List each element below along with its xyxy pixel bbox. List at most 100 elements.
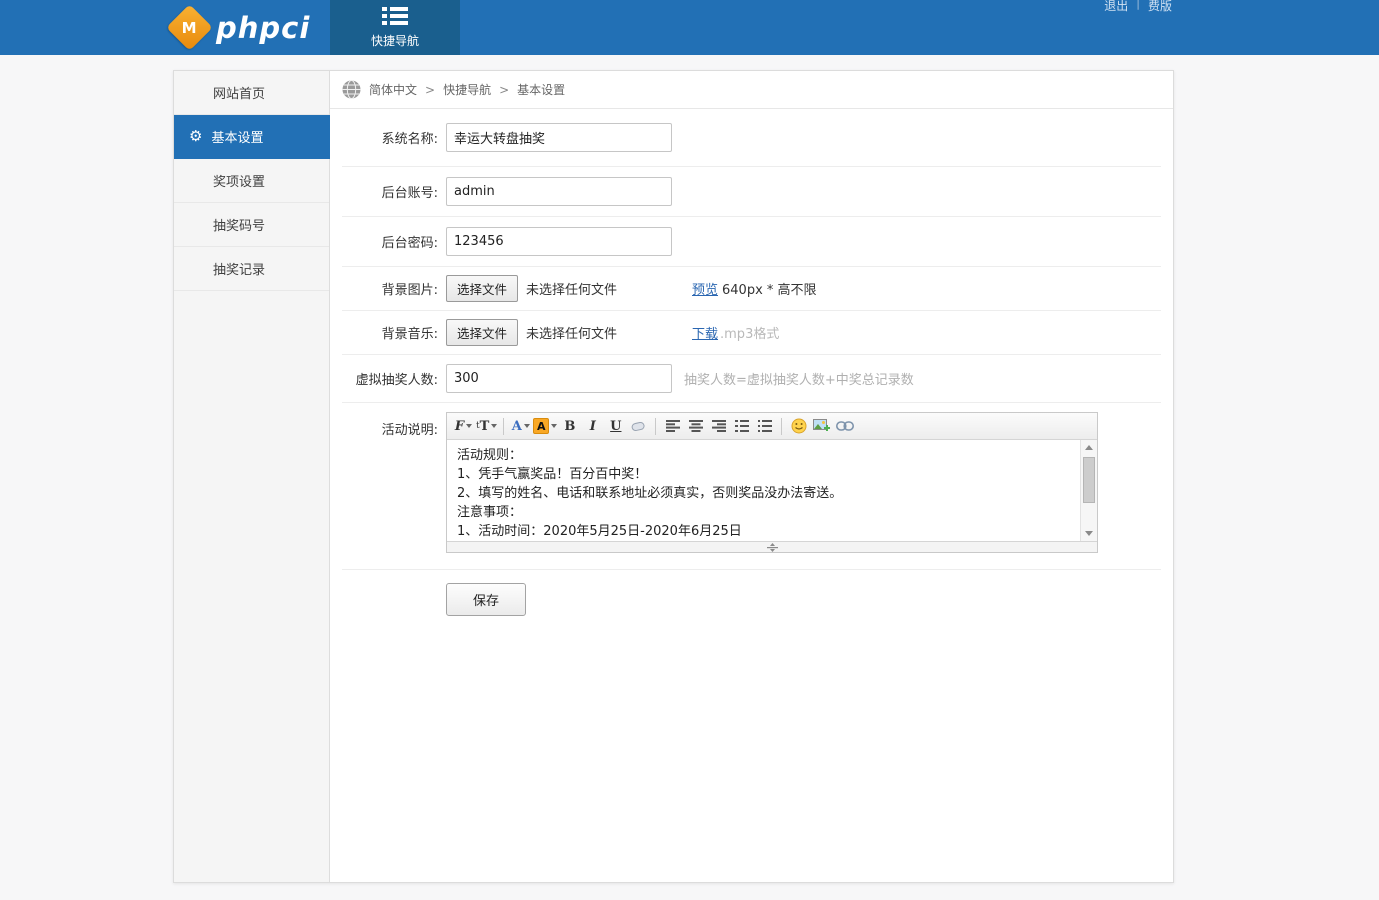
font-family-button[interactable]: F <box>453 416 474 437</box>
links-divider: | <box>1136 0 1140 10</box>
sidebar-item-lottery-records[interactable]: 抽奖记录 <box>174 247 329 291</box>
virtual-count-input[interactable] <box>446 364 672 393</box>
bg-music-file-status: 未选择任何文件 <box>526 323 617 342</box>
breadcrumb: 简体中文 > 快捷导航 > 基本设置 <box>330 71 1173 109</box>
editor-scrollbar[interactable] <box>1080 440 1097 541</box>
scroll-up-icon[interactable] <box>1081 440 1097 455</box>
scroll-down-icon[interactable] <box>1081 526 1097 541</box>
logo-text: phpci <box>216 11 310 45</box>
logo-m-letter: M <box>182 19 197 37</box>
content-filler <box>342 616 1161 882</box>
header-links: 退出 | 费版 <box>1104 0 1172 14</box>
gear-icon: ⚙ <box>189 129 202 144</box>
sidebar: 网站首页 ⚙ 基本设置 奖项设置 抽奖码号 抽奖记录 <box>174 71 330 882</box>
editor-line: 注意事项： <box>457 503 1070 522</box>
text-color-button[interactable]: A <box>510 416 531 437</box>
sidebar-item-label: 网站首页 <box>213 83 265 102</box>
highlight-color-button[interactable]: A <box>533 416 557 437</box>
row-bg-music: 背景音乐: 选择文件 未选择任何文件 下载 .mp3格式 <box>342 311 1161 355</box>
bg-image-choose-file-button[interactable]: 选择文件 <box>446 275 518 302</box>
emoticon-button[interactable] <box>788 416 809 437</box>
editor-resize-handle[interactable] <box>447 541 1097 552</box>
tab-quick-nav-label: 快捷导航 <box>371 32 419 49</box>
ordered-list-button[interactable] <box>731 416 752 437</box>
align-left-icon <box>666 420 680 432</box>
toolbar-separator <box>503 418 504 435</box>
toolbar-separator <box>781 418 782 435</box>
tab-quick-nav[interactable]: 快捷导航 <box>330 0 460 55</box>
breadcrumb-current: 基本设置 <box>517 81 565 98</box>
app-logo[interactable]: M phpci <box>173 0 330 55</box>
scrollbar-thumb[interactable] <box>1083 457 1095 503</box>
row-bg-image: 背景图片: 选择文件 未选择任何文件 预览 640px * 高不限 <box>342 267 1161 311</box>
sidebar-item-home[interactable]: 网站首页 <box>174 71 329 115</box>
breadcrumb-separator: > <box>425 83 435 97</box>
unordered-list-button[interactable] <box>754 416 775 437</box>
editor-line: 1、活动时间：2020年5月25日-2020年6月25日 <box>457 522 1070 541</box>
chevron-down-icon <box>491 424 497 428</box>
sidebar-item-label: 基本设置 <box>211 127 263 146</box>
virtual-count-hint: 抽奖人数=虚拟抽奖人数+中奖总记录数 <box>684 369 914 388</box>
align-right-icon <box>712 420 726 432</box>
content-panel: 简体中文 > 快捷导航 > 基本设置 系统名称: 后台账号: 后台密码: <box>330 71 1173 882</box>
list-icon <box>382 6 408 26</box>
italic-button[interactable]: I <box>582 416 603 437</box>
eraser-icon <box>631 420 646 432</box>
align-right-button[interactable] <box>708 416 729 437</box>
admin-password-input[interactable] <box>446 227 672 256</box>
settings-form: 系统名称: 后台账号: 后台密码: 背景图片: 选择文件 未选择任何文件 <box>330 109 1173 882</box>
logo-m-icon: M <box>166 4 213 51</box>
activity-desc-content[interactable]: 活动规则： 1、凭手气赢奖品！百分百中奖！ 2、填写的姓名、电话和联系地址必须真… <box>447 440 1080 541</box>
edition-link[interactable]: 费版 <box>1148 0 1172 14</box>
bg-music-choose-file-button[interactable]: 选择文件 <box>446 319 518 346</box>
sidebar-item-label: 抽奖码号 <box>213 215 265 234</box>
chevron-down-icon <box>524 424 530 428</box>
sidebar-item-lottery-code[interactable]: 抽奖码号 <box>174 203 329 247</box>
align-left-button[interactable] <box>662 416 683 437</box>
virtual-count-label: 虚拟抽奖人数: <box>342 369 438 388</box>
sidebar-item-prize-settings[interactable]: 奖项设置 <box>174 159 329 203</box>
align-center-button[interactable] <box>685 416 706 437</box>
editor-body: 活动规则： 1、凭手气赢奖品！百分百中奖！ 2、填写的姓名、电话和联系地址必须真… <box>447 440 1097 541</box>
align-center-icon <box>689 420 703 432</box>
bg-music-label: 背景音乐: <box>342 323 438 342</box>
row-admin-account: 后台账号: <box>342 167 1161 217</box>
smiley-icon <box>791 418 807 434</box>
chevron-down-icon <box>551 424 557 428</box>
admin-password-label: 后台密码: <box>342 232 438 251</box>
main-container: 网站首页 ⚙ 基本设置 奖项设置 抽奖码号 抽奖记录 简体中文 > <box>173 70 1174 883</box>
save-button[interactable]: 保存 <box>446 583 526 616</box>
editor-line: 2、填写的姓名、电话和联系地址必须真实，否则奖品没办法寄送。 <box>457 484 1070 503</box>
link-icon <box>836 421 854 431</box>
bg-music-format-hint: .mp3格式 <box>720 323 779 342</box>
editor-toolbar: F tT A A B <box>447 413 1097 440</box>
insert-link-button[interactable] <box>834 416 855 437</box>
breadcrumb-quick-nav[interactable]: 快捷导航 <box>443 81 491 98</box>
top-header: M phpci 快捷导航 退出 | 费版 <box>0 0 1379 55</box>
row-activity-desc: 活动说明: F tT A A <box>342 403 1161 570</box>
breadcrumb-lang[interactable]: 简体中文 <box>369 81 417 98</box>
logout-link[interactable]: 退出 <box>1104 0 1128 14</box>
editor-line: 活动规则： <box>457 446 1070 465</box>
remove-format-button[interactable] <box>628 416 649 437</box>
underline-button[interactable]: U <box>605 416 626 437</box>
ordered-list-icon <box>735 420 749 432</box>
chevron-down-icon <box>466 424 472 428</box>
image-icon <box>813 419 830 434</box>
insert-image-button[interactable] <box>811 416 832 437</box>
bg-image-size-hint: 640px * 高不限 <box>722 279 817 298</box>
breadcrumb-separator: > <box>499 83 509 97</box>
system-name-input[interactable] <box>446 123 672 152</box>
row-admin-password: 后台密码: <box>342 217 1161 267</box>
admin-account-input[interactable] <box>446 177 672 206</box>
sidebar-item-basic-settings[interactable]: ⚙ 基本设置 <box>174 115 330 159</box>
bg-music-file-input: 选择文件 未选择任何文件 <box>446 319 692 346</box>
bg-image-label: 背景图片: <box>342 279 438 298</box>
row-save: 保存 <box>342 570 1161 616</box>
editor-line: 1、凭手气赢奖品！百分百中奖！ <box>457 465 1070 484</box>
toolbar-separator <box>655 418 656 435</box>
bold-button[interactable]: B <box>559 416 580 437</box>
font-size-button[interactable]: tT <box>476 416 497 437</box>
bg-music-download-link[interactable]: 下载 <box>692 323 718 342</box>
bg-image-preview-link[interactable]: 预览 <box>692 279 718 298</box>
